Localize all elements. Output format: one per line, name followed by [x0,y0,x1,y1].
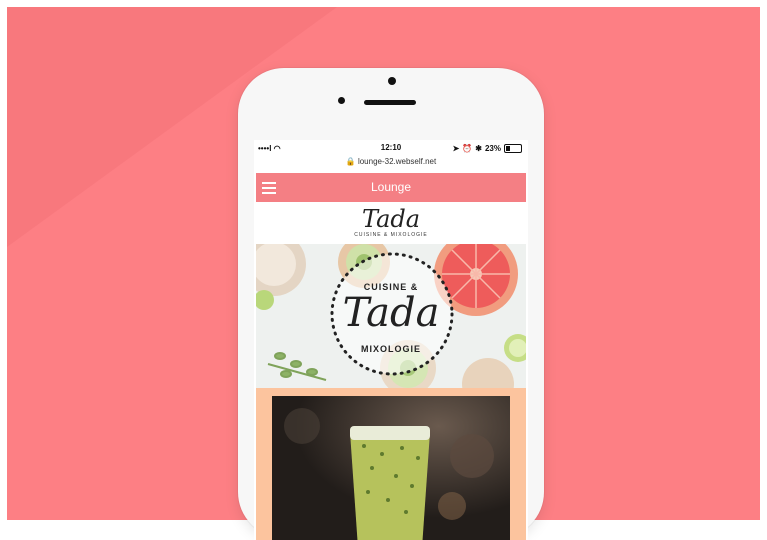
front-camera [388,77,396,85]
logo-script: Tada [361,205,421,233]
badge-script-text: Tada [342,290,440,336]
site-logo[interactable]: Tada CUISINE & MIXOLOGIE [256,202,526,244]
phone-mockup: ••••l ◠ 12:10 ➤ ⏰ ✱ 23% 🔒 lounge-32.webs… [238,68,544,540]
content-section [256,388,526,540]
proximity-sensor [338,97,345,104]
status-bar: ••••l ◠ 12:10 ➤ ⏰ ✱ 23% [254,140,528,158]
browser-url-bar[interactable]: 🔒 lounge-32.webself.net [254,157,528,171]
drink-photo[interactable] [272,396,510,540]
site-navbar: Lounge [256,173,526,202]
drink-glass [350,432,430,540]
status-right: ➤ ⏰ ✱ 23% [453,144,522,153]
cocktail-glass-photo [272,396,510,540]
phone-screen: ••••l ◠ 12:10 ➤ ⏰ ✱ 23% 🔒 lounge-32.webs… [254,140,528,540]
badge-bottom-text: MIXOLOGIE [360,344,421,354]
alarm-icon: ⏰ [462,144,473,153]
nav-title: Lounge [370,180,412,194]
battery-percent: 23% [484,144,501,153]
earpiece-speaker [364,100,416,105]
bluetooth-icon: ✱ [475,144,482,153]
hero-image: CUISINE & Tada MIXOLOGIE [256,244,526,388]
logo-subtitle: CUISINE & MIXOLOGIE [354,232,428,238]
location-icon: ➤ [452,144,460,153]
battery-icon [504,144,522,153]
